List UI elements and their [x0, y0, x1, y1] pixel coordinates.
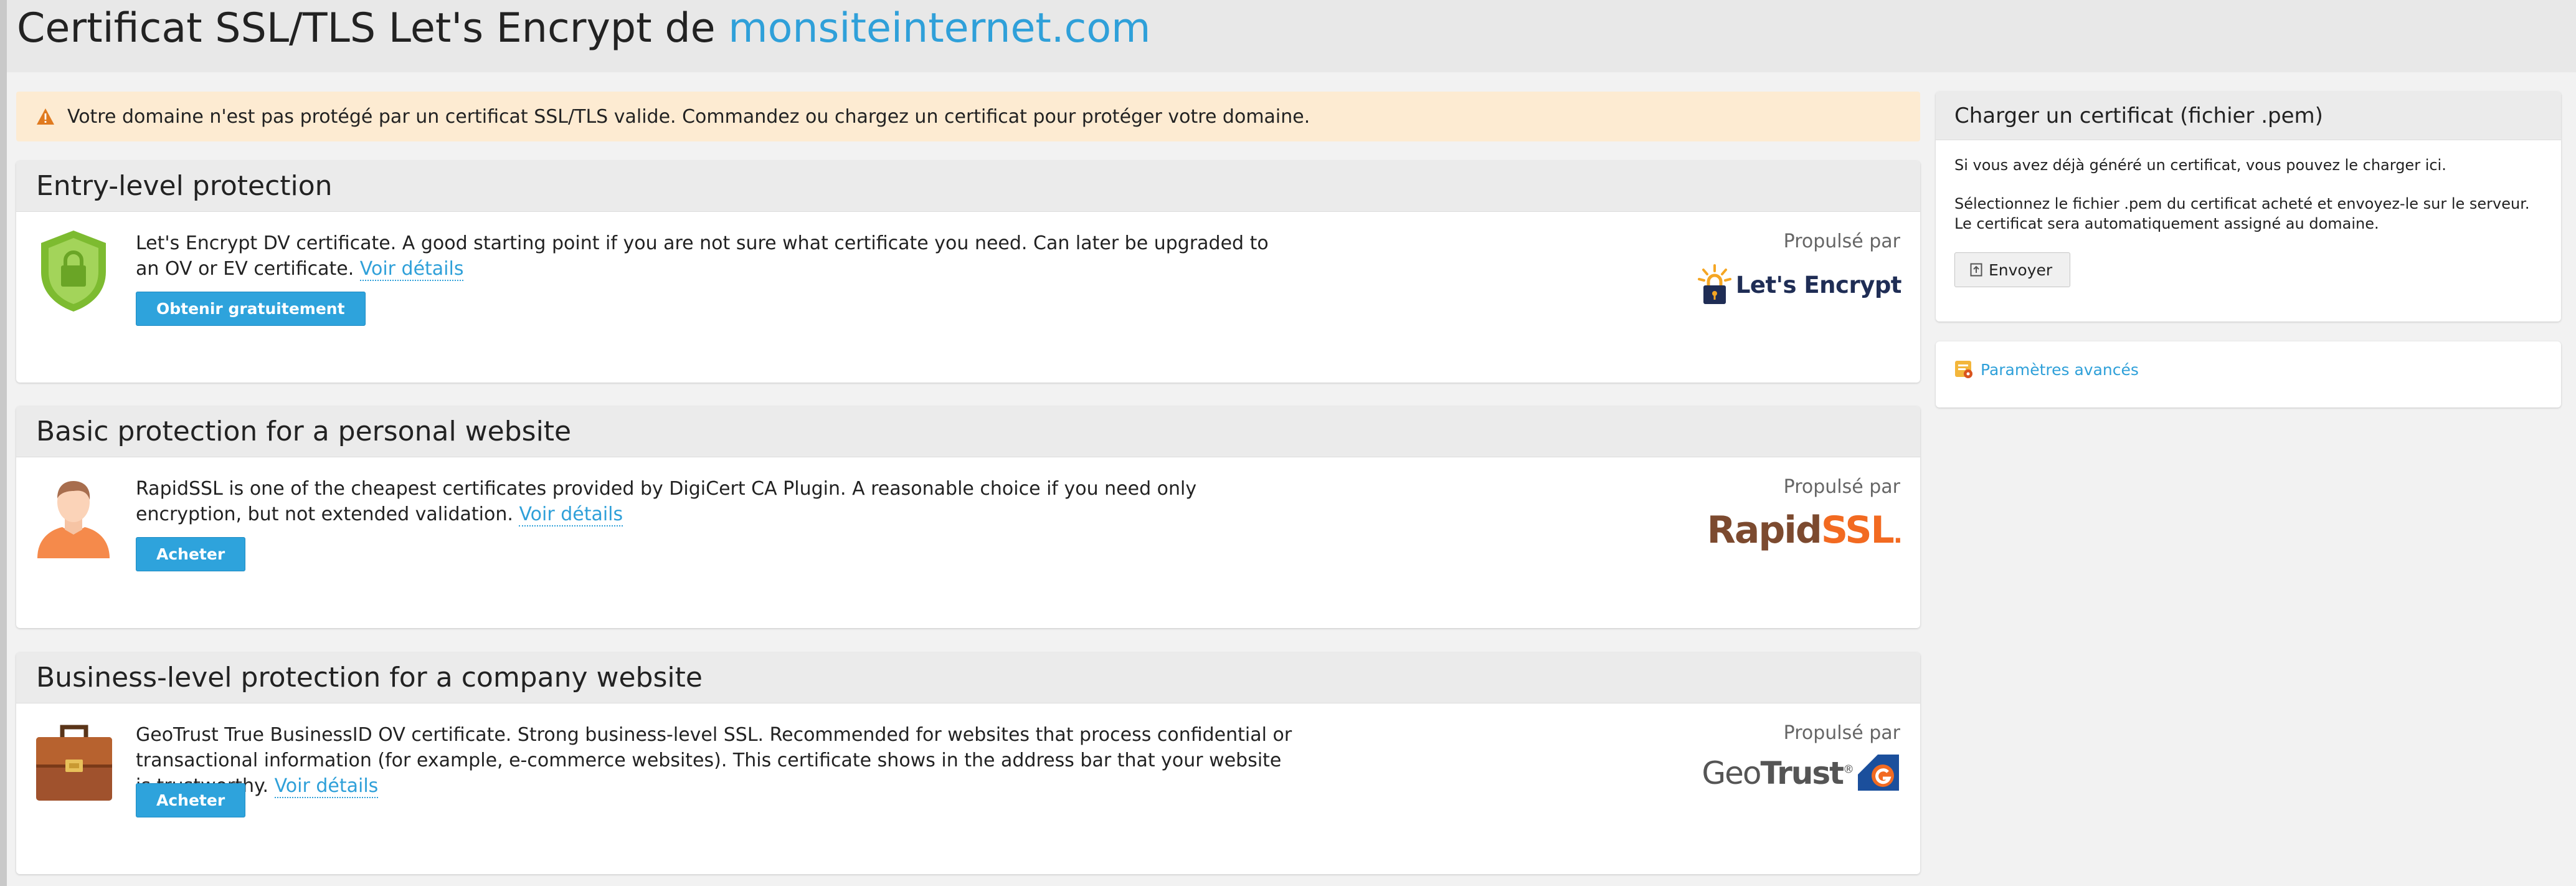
letsencrypt-wordmark: Let's Encrypt	[1735, 271, 1902, 298]
person-icon	[37, 481, 110, 558]
powered-by-label: Propulsé par	[1783, 722, 1900, 744]
upload-icon	[1970, 263, 1982, 277]
offer-card-body: RapidSSL is one of the cheapest certific…	[16, 457, 1920, 628]
advanced-settings-link[interactable]: Paramètres avancés	[1954, 360, 2139, 379]
geotrust-wordmark-trust: Trust	[1760, 755, 1844, 791]
rapidssl-logo: RapidSSL.	[1707, 508, 1903, 552]
warning-banner: Votre domaine n'est pas protégé par un c…	[16, 92, 1920, 141]
offer-card-entry-level: Entry-level protection Let's Encrypt DV …	[16, 161, 1920, 383]
page-header: Certificat SSL/TLS Let's Encrypt de mons…	[7, 0, 2576, 72]
briefcase-icon	[36, 725, 112, 801]
domain-name: monsiteinternet.com	[728, 5, 1151, 52]
advanced-settings-label: Paramètres avancés	[1981, 360, 2139, 379]
offer-description: GeoTrust True BusinessID OV certificate.…	[136, 722, 1294, 799]
offer-card-body: Let's Encrypt DV certificate. A good sta…	[16, 212, 1920, 383]
buy-button[interactable]: Acheter	[136, 537, 246, 571]
offer-description-text: RapidSSL is one of the cheapest certific…	[136, 478, 1197, 525]
details-link[interactable]: Voir détails	[274, 775, 379, 798]
details-link[interactable]: Voir détails	[359, 258, 464, 281]
get-free-button[interactable]: Obtenir gratuitement	[136, 292, 366, 326]
upload-panel-header: Charger un certificat (fichier .pem)	[1936, 92, 2561, 140]
offer-title: Basic protection for a personal website	[36, 415, 572, 447]
left-edge-strip	[0, 0, 7, 886]
offer-title: Entry-level protection	[36, 169, 333, 202]
offer-card-header: Entry-level protection	[16, 161, 1920, 212]
upload-instructions-text: Sélectionnez le fichier .pem du certific…	[1954, 195, 2530, 232]
upload-send-label: Envoyer	[1989, 260, 2053, 279]
buy-button[interactable]: Acheter	[136, 783, 246, 817]
upload-panel-title: Charger un certificat (fichier .pem)	[1954, 103, 2323, 128]
powered-by-label: Propulsé par	[1783, 476, 1900, 498]
warning-triangle-icon	[37, 108, 54, 125]
page-title-prefix: Certificat SSL/TLS Let's Encrypt de	[17, 5, 716, 52]
offer-card-basic: Basic protection for a personal website …	[16, 406, 1920, 628]
settings-icon	[1955, 361, 1972, 378]
rapidssl-wordmark-rapid: Rapid	[1707, 508, 1822, 552]
upload-intro-text: Si vous avez déjà généré un certificat, …	[1954, 156, 2446, 174]
offer-description: Let's Encrypt DV certificate. A good sta…	[136, 231, 1294, 282]
geotrust-mark-icon	[1858, 755, 1899, 791]
advanced-settings-panel: Paramètres avancés	[1936, 341, 2561, 407]
rapidssl-wordmark-ssl: SSL	[1821, 508, 1895, 552]
offer-card-business: Business-level protection for a company …	[16, 652, 1920, 874]
offer-description: RapidSSL is one of the cheapest certific…	[136, 476, 1294, 527]
geotrust-wordmark-geo: Geo	[1702, 755, 1761, 791]
offer-title: Business-level protection for a company …	[36, 661, 703, 693]
letsencrypt-lock-icon	[1697, 264, 1731, 304]
warning-text: Votre domaine n'est pas protégé par un c…	[67, 105, 1310, 128]
details-link[interactable]: Voir détails	[519, 503, 623, 526]
upload-panel-body: Si vous avez déjà généré un certificat, …	[1936, 140, 2561, 287]
offer-card-header: Basic protection for a personal website	[16, 406, 1920, 457]
shield-lock-icon	[41, 231, 106, 312]
offer-description-text: Let's Encrypt DV certificate. A good sta…	[136, 232, 1269, 280]
powered-by-label: Propulsé par	[1783, 231, 1900, 252]
geotrust-logo: GeoTrust®	[1702, 753, 1901, 793]
upload-certificate-panel: Charger un certificat (fichier .pem) Si …	[1936, 92, 2561, 322]
offer-card-header: Business-level protection for a company …	[16, 652, 1920, 703]
upload-send-button[interactable]: Envoyer	[1954, 252, 2071, 287]
offer-card-body: GeoTrust True BusinessID OV certificate.…	[16, 703, 1920, 874]
letsencrypt-logo: Let's Encrypt	[1697, 264, 1902, 305]
page-title: Certificat SSL/TLS Let's Encrypt de mons…	[17, 4, 1150, 54]
